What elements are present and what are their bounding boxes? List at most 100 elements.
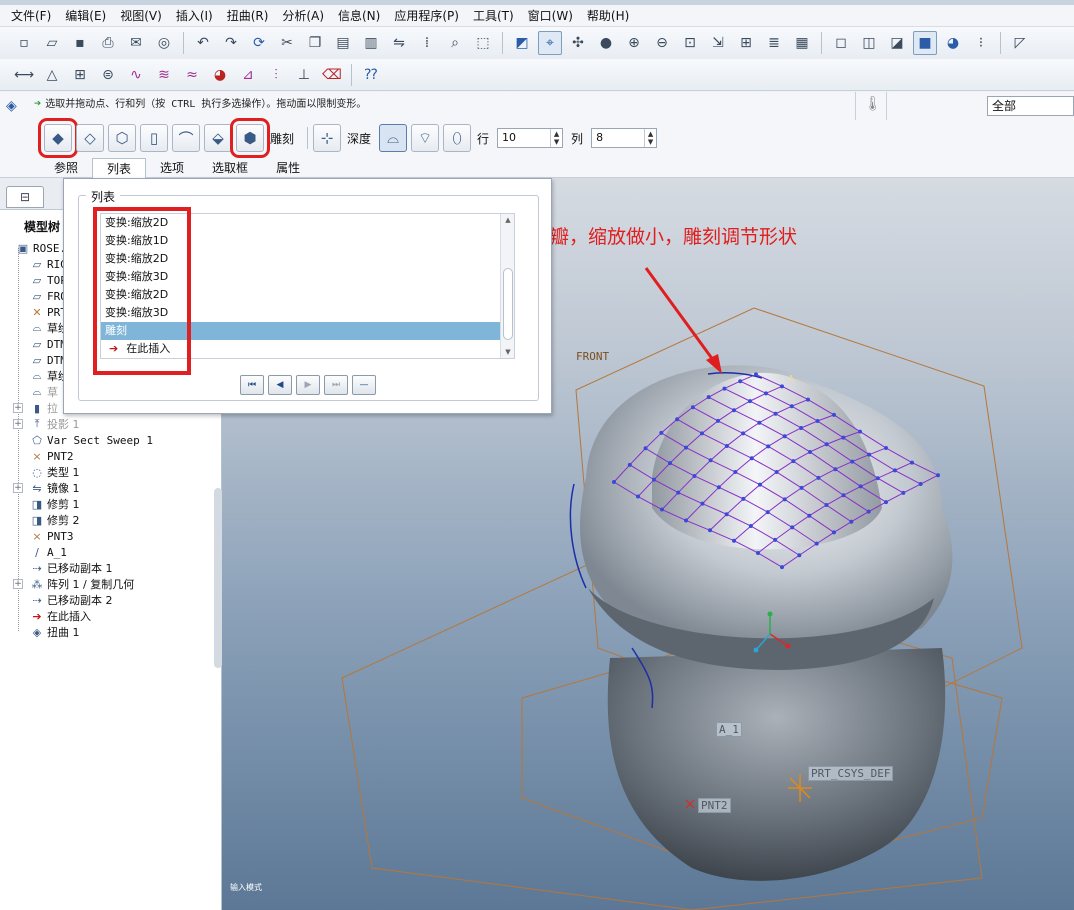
measure-angle-icon[interactable]: ⊜ bbox=[96, 63, 120, 87]
menu-window[interactable]: 窗口(W) bbox=[521, 6, 580, 26]
tab-list[interactable]: 列表 bbox=[92, 158, 147, 178]
twist-tool-icon[interactable]: ⬙ bbox=[204, 124, 232, 152]
datum-plane-display-icon[interactable]: ◸ bbox=[1008, 31, 1032, 55]
dihedral-icon[interactable]: ⊥ bbox=[292, 63, 316, 87]
paste-special-icon[interactable]: ▥ bbox=[359, 31, 383, 55]
sculpt-tool-icon[interactable]: ⬢ bbox=[230, 118, 270, 158]
layers-icon[interactable]: ≣ bbox=[762, 31, 786, 55]
model-tree-item[interactable]: ∕ A_1 bbox=[0, 544, 210, 560]
find-icon[interactable]: ⌕ bbox=[443, 31, 467, 55]
navigator-scrollbar[interactable] bbox=[214, 488, 222, 668]
list-scrollbar[interactable]: ▲ ▼ bbox=[500, 214, 514, 358]
zoom-in-icon[interactable]: ⊕ bbox=[622, 31, 646, 55]
last-step-icon[interactable]: ⏭ bbox=[324, 375, 348, 395]
model-tree-item[interactable]: + ⤒ 投影 1 bbox=[0, 416, 210, 432]
model-tree-item[interactable]: × PNT3 bbox=[0, 528, 210, 544]
previous-step-icon[interactable]: ◀ bbox=[268, 375, 292, 395]
sculpt-direction-icon[interactable]: ⊹ bbox=[313, 124, 342, 152]
orient-icon[interactable]: ⇲ bbox=[706, 31, 730, 55]
stretch-tool-icon[interactable]: ▯ bbox=[140, 124, 168, 152]
depth-symmetric-icon[interactable]: ⬯ bbox=[443, 124, 472, 152]
section-icon[interactable]: ≋ bbox=[152, 63, 176, 87]
scroll-up-icon[interactable]: ▲ bbox=[503, 216, 513, 224]
offset-icon[interactable]: ≈ bbox=[180, 63, 204, 87]
list-item[interactable]: 变换:缩放3D bbox=[101, 304, 514, 322]
expand-icon[interactable]: + bbox=[13, 483, 23, 493]
model-tree-item[interactable]: × PNT2 bbox=[0, 448, 210, 464]
saved-analysis-icon[interactable]: ⌫ bbox=[320, 63, 344, 87]
select-box-icon[interactable]: ⬚ bbox=[471, 31, 495, 55]
datum-display-icon[interactable]: ⁝ bbox=[969, 31, 993, 55]
menu-file[interactable]: 文件(F) bbox=[4, 6, 58, 26]
hidden-line-icon[interactable]: ◫ bbox=[857, 31, 881, 55]
mass-properties-icon[interactable]: ⊞ bbox=[68, 63, 92, 87]
measure-distance-icon[interactable]: ⟷ bbox=[12, 63, 36, 87]
tab-marquee[interactable]: 选取框 bbox=[198, 158, 262, 178]
model-tree-item[interactable]: ◨ 修剪 2 bbox=[0, 512, 210, 528]
reflection-icon[interactable]: ⫶ bbox=[264, 63, 288, 87]
copy-model-icon[interactable]: ◎ bbox=[152, 31, 176, 55]
insert-here-item[interactable]: ➔ 在此插入 bbox=[101, 340, 514, 358]
menu-warp[interactable]: 扭曲(R) bbox=[220, 6, 276, 26]
undo-icon[interactable]: ↶ bbox=[191, 31, 215, 55]
scroll-thumb[interactable] bbox=[503, 268, 513, 340]
save-icon[interactable]: ▪ bbox=[68, 31, 92, 55]
paste-icon[interactable]: ▤ bbox=[331, 31, 355, 55]
depth-both-sides-icon[interactable]: ⌔ bbox=[411, 124, 440, 152]
model-tree-item[interactable]: ➔ 在此插入 bbox=[0, 608, 210, 624]
copy-icon[interactable]: ❐ bbox=[303, 31, 327, 55]
expand-icon[interactable]: + bbox=[13, 419, 23, 429]
redo-icon[interactable]: ↷ bbox=[219, 31, 243, 55]
bend-tool-icon[interactable]: ⌒ bbox=[172, 124, 200, 152]
menu-insert[interactable]: 插入(I) bbox=[169, 6, 220, 26]
first-step-icon[interactable]: ⏮ bbox=[240, 375, 264, 395]
menu-info[interactable]: 信息(N) bbox=[331, 6, 387, 26]
model-tree-item[interactable]: ◈ 扭曲 1 bbox=[0, 624, 210, 640]
model-tree-display-icon[interactable]: ◕ bbox=[941, 31, 965, 55]
curvature-icon[interactable]: ∿ bbox=[124, 63, 148, 87]
col-spinner[interactable]: ▲ ▼ bbox=[644, 129, 656, 147]
zoom-out-icon[interactable]: ⊖ bbox=[650, 31, 674, 55]
expand-icon[interactable]: + bbox=[13, 579, 23, 589]
menu-view[interactable]: 视图(V) bbox=[113, 6, 169, 26]
model-tree-item[interactable]: ⇢ 已移动副本 1 bbox=[0, 560, 210, 576]
model-tree-item[interactable]: ◌ 类型 1 bbox=[0, 464, 210, 480]
no-hidden-icon[interactable]: ◪ bbox=[885, 31, 909, 55]
transform-tool-icon[interactable]: ◆ bbox=[38, 118, 78, 158]
list-item[interactable]: 变换:缩放2D bbox=[101, 286, 514, 304]
wireframe-icon[interactable]: ◻ bbox=[829, 31, 853, 55]
context-help-icon[interactable]: ⁇ bbox=[359, 63, 383, 87]
print-icon[interactable]: ⎙ bbox=[96, 31, 120, 55]
tab-properties[interactable]: 属性 bbox=[262, 158, 314, 178]
refit-icon[interactable]: ⊡ bbox=[678, 31, 702, 55]
next-step-icon[interactable]: ▶ bbox=[296, 375, 320, 395]
model-tree-tab-icon[interactable]: ⊟ bbox=[6, 186, 44, 208]
menu-analysis[interactable]: 分析(A) bbox=[275, 6, 331, 26]
regenerate-icon[interactable]: ⟳ bbox=[247, 31, 271, 55]
view-manager-icon[interactable]: ▦ bbox=[790, 31, 814, 55]
delete-step-icon[interactable]: — bbox=[352, 375, 376, 395]
menu-tools[interactable]: 工具(T) bbox=[466, 6, 521, 26]
warp-tool-icon[interactable]: ◇ bbox=[76, 124, 104, 152]
tab-options[interactable]: 选项 bbox=[146, 158, 198, 178]
send-mail-icon[interactable]: ✉ bbox=[124, 31, 148, 55]
draft-icon[interactable]: ⊿ bbox=[236, 63, 260, 87]
list-item[interactable]: 变换:缩放2D bbox=[101, 214, 514, 232]
tab-references[interactable]: 参照 bbox=[40, 158, 92, 178]
mirror-tool-icon[interactable]: ⇋ bbox=[387, 31, 411, 55]
list-item[interactable]: 雕刻 bbox=[101, 322, 514, 340]
shading-icon[interactable]: ■ bbox=[913, 31, 937, 55]
list-item[interactable]: 变换:缩放3D bbox=[101, 268, 514, 286]
col-count-input[interactable]: 8 ▲ ▼ bbox=[591, 128, 658, 148]
model-tree-item[interactable]: ◨ 修剪 1 bbox=[0, 496, 210, 512]
new-file-icon[interactable]: ▫ bbox=[12, 31, 36, 55]
datum-point-display-icon[interactable]: ⌖ bbox=[538, 31, 562, 55]
scroll-down-icon[interactable]: ▼ bbox=[503, 348, 513, 356]
expand-icon[interactable]: + bbox=[13, 403, 23, 413]
saved-views-icon[interactable]: ⊞ bbox=[734, 31, 758, 55]
menu-edit[interactable]: 编辑(E) bbox=[58, 6, 113, 26]
model-tree-item[interactable]: ⇢ 已移动副本 2 bbox=[0, 592, 210, 608]
model-tree-item[interactable]: ⬠ Var Sect Sweep 1 bbox=[0, 432, 210, 448]
menu-help[interactable]: 帮助(H) bbox=[580, 6, 636, 26]
model-tree-item[interactable]: + ⇋ 镜像 1 bbox=[0, 480, 210, 496]
